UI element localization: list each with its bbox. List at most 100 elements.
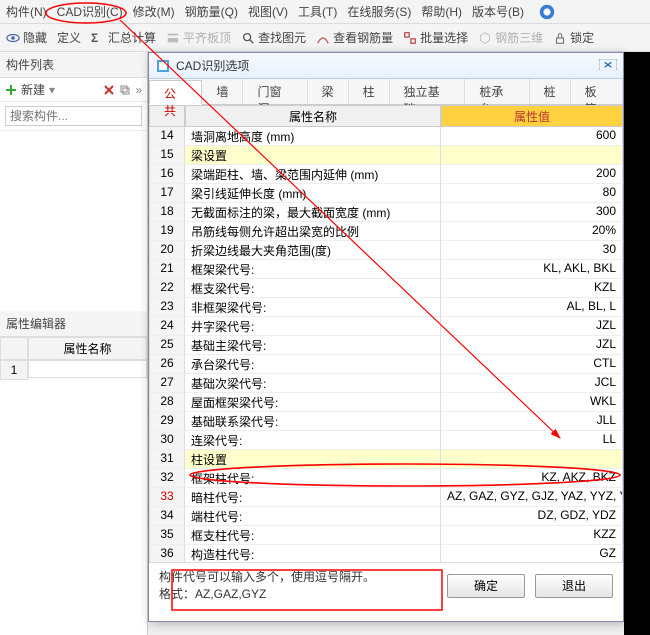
toolbar-lock[interactable]: 锁定 (553, 29, 594, 46)
table-row[interactable]: 33暗柱代号:AZ, GAZ, GYZ, GJZ, YAZ, YYZ, YJZ (149, 488, 623, 507)
menu-item-help[interactable]: 帮助(H) (421, 3, 462, 20)
row-num: 35 (149, 526, 185, 545)
table-row[interactable]: 36构造柱代号:GZ (149, 545, 623, 563)
table-row[interactable]: 21框架梁代号:KL, AKL, BKL (149, 260, 623, 279)
table-row[interactable]: 28屋面框架梁代号:WKL (149, 393, 623, 412)
row-value[interactable]: 20% (441, 222, 623, 241)
table-row[interactable]: 16梁端距柱、墙、梁范围内延伸 (mm)200 (149, 165, 623, 184)
row-value[interactable]: 300 (441, 203, 623, 222)
row-value[interactable]: CTL (441, 355, 623, 374)
table-row[interactable]: 19吊筋线每侧允许超出梁宽的比例20% (149, 222, 623, 241)
dialog-close-icon[interactable] (599, 59, 617, 73)
tab-beam[interactable]: 梁 (308, 79, 349, 104)
tab-wall[interactable]: 墙 (202, 79, 243, 104)
menu-item-modify[interactable]: 修改(M) (133, 3, 175, 20)
row-name: 梁端距柱、墙、梁范围内延伸 (mm) (185, 165, 441, 184)
row-value[interactable]: KZL (441, 279, 623, 298)
menu-item-version[interactable]: 版本号(B) (472, 3, 524, 20)
ok-button[interactable]: 确定 (447, 574, 525, 598)
table-row[interactable]: 15梁设置 (149, 146, 623, 165)
table-row[interactable]: 26承台梁代号:CTL (149, 355, 623, 374)
toolbar-find[interactable]: 查找图元 (241, 29, 306, 46)
rebar-icon (316, 31, 330, 45)
row-name: 框支柱代号: (185, 526, 441, 545)
row-value[interactable]: LL (441, 431, 623, 450)
menu-item-view[interactable]: 视图(V) (248, 3, 288, 20)
menu-item-rebar[interactable]: 钢筋量(Q) (185, 3, 238, 20)
row-value[interactable]: KL, AKL, BKL (441, 260, 623, 279)
menu-item-online[interactable]: 在线服务(S) (347, 3, 411, 20)
menu-item-cad[interactable]: CAD识别(C) (57, 3, 123, 20)
row-value[interactable]: 200 (441, 165, 623, 184)
prop-row-value[interactable] (28, 360, 147, 378)
new-button[interactable]: 新建 (21, 81, 45, 98)
row-num: 32 (149, 469, 185, 488)
table-row[interactable]: 24井字梁代号:JZL (149, 317, 623, 336)
row-value[interactable]: 80 (441, 184, 623, 203)
tab-opening[interactable]: 门窗洞 (243, 79, 307, 104)
dialog-tabs: 公共 墙 门窗洞 梁 柱 独立基础 桩承台 桩 板筋 (149, 79, 623, 105)
table-row[interactable]: 31柱设置 (149, 450, 623, 469)
cancel-button[interactable]: 退出 (535, 574, 613, 598)
table-row[interactable]: 29基础联系梁代号:JLL (149, 412, 623, 431)
dialog-hint: 构件代号可以输入多个，使用逗号隔开。 格式：AZ,GAZ,GYZ (159, 569, 437, 603)
row-value[interactable]: JZL (441, 317, 623, 336)
component-search (0, 102, 147, 131)
prop-header-name: 属性名称 (28, 337, 147, 360)
dialog-titlebar[interactable]: CAD识别选项 (149, 53, 623, 79)
table-row[interactable]: 30连梁代号:LL (149, 431, 623, 450)
table-row[interactable]: 25基础主梁代号:JZL (149, 336, 623, 355)
menu-item-tools[interactable]: 工具(T) (298, 3, 337, 20)
row-value[interactable]: DZ, GDZ, YDZ (441, 507, 623, 526)
table-row[interactable]: 27基础次梁代号:JCL (149, 374, 623, 393)
search-input[interactable] (5, 106, 142, 126)
main-toolbar: 隐藏 定义 Σ汇总计算 平齐板顶 查找图元 查看钢筋量 批量选择 钢筋三维 锁定 (0, 24, 650, 52)
toolbar-hide[interactable]: 隐藏 (6, 29, 47, 46)
row-value[interactable]: KZZ (441, 526, 623, 545)
tab-slab[interactable]: 板筋 (571, 79, 623, 104)
table-row[interactable]: 17梁引线延伸长度 (mm)80 (149, 184, 623, 203)
row-value[interactable]: WKL (441, 393, 623, 412)
row-num: 20 (149, 241, 185, 260)
grid-header-name[interactable]: 属性名称 (185, 105, 441, 127)
grid-body[interactable]: 14墙洞离地高度 (mm)60015梁设置16梁端距柱、墙、梁范围内延伸 (mm… (149, 127, 623, 563)
copy-icon[interactable] (119, 84, 131, 96)
tab-foundation[interactable]: 独立基础 (390, 79, 466, 104)
table-row[interactable]: 23非框架梁代号:AL, BL, L (149, 298, 623, 317)
row-value[interactable] (441, 146, 623, 165)
row-value[interactable]: 30 (441, 241, 623, 260)
table-row[interactable]: 14墙洞离地高度 (mm)600 (149, 127, 623, 146)
table-row[interactable]: 32框架柱代号:KZ, AKZ, BKZ (149, 469, 623, 488)
delete-icon[interactable] (103, 84, 115, 96)
toolbar-sum[interactable]: Σ汇总计算 (91, 29, 156, 46)
tab-public[interactable]: 公共 (149, 80, 202, 105)
grid-header-value[interactable]: 属性值 (441, 105, 623, 127)
table-row[interactable]: 35框支柱代号:KZZ (149, 526, 623, 545)
row-value[interactable]: JCL (441, 374, 623, 393)
cube-icon (478, 31, 492, 45)
app-logo-icon (538, 3, 556, 21)
row-value[interactable]: AL, BL, L (441, 298, 623, 317)
row-value[interactable]: JLL (441, 412, 623, 431)
tab-pile[interactable]: 桩 (530, 79, 571, 104)
row-value[interactable]: JZL (441, 336, 623, 355)
row-value[interactable]: GZ (441, 545, 623, 563)
table-row[interactable]: 22框支梁代号:KZL (149, 279, 623, 298)
drawing-canvas[interactable] (624, 52, 650, 635)
toolbar-view-rebar[interactable]: 查看钢筋量 (316, 29, 393, 46)
table-row[interactable]: 20折梁边线最大夹角范围(度)30 (149, 241, 623, 260)
row-value[interactable]: KZ, AKZ, BKZ (441, 469, 623, 488)
row-num: 28 (149, 393, 185, 412)
tab-pilecap[interactable]: 桩承台 (465, 79, 529, 104)
row-value[interactable]: AZ, GAZ, GYZ, GJZ, YAZ, YYZ, YJZ (441, 488, 623, 507)
tab-column[interactable]: 柱 (349, 79, 390, 104)
row-name: 墙洞离地高度 (mm) (185, 127, 441, 146)
table-row[interactable]: 34端柱代号:DZ, GDZ, YDZ (149, 507, 623, 526)
toolbar-batch-select[interactable]: 批量选择 (403, 29, 468, 46)
toolbar-define[interactable]: 定义 (57, 29, 81, 46)
toolbar-align-slab: 平齐板顶 (166, 29, 231, 46)
row-value[interactable]: 600 (441, 127, 623, 146)
row-value[interactable] (441, 450, 623, 469)
menu-item-component[interactable]: 构件(N) (6, 3, 47, 20)
table-row[interactable]: 18无截面标注的梁，最大截面宽度 (mm)300 (149, 203, 623, 222)
